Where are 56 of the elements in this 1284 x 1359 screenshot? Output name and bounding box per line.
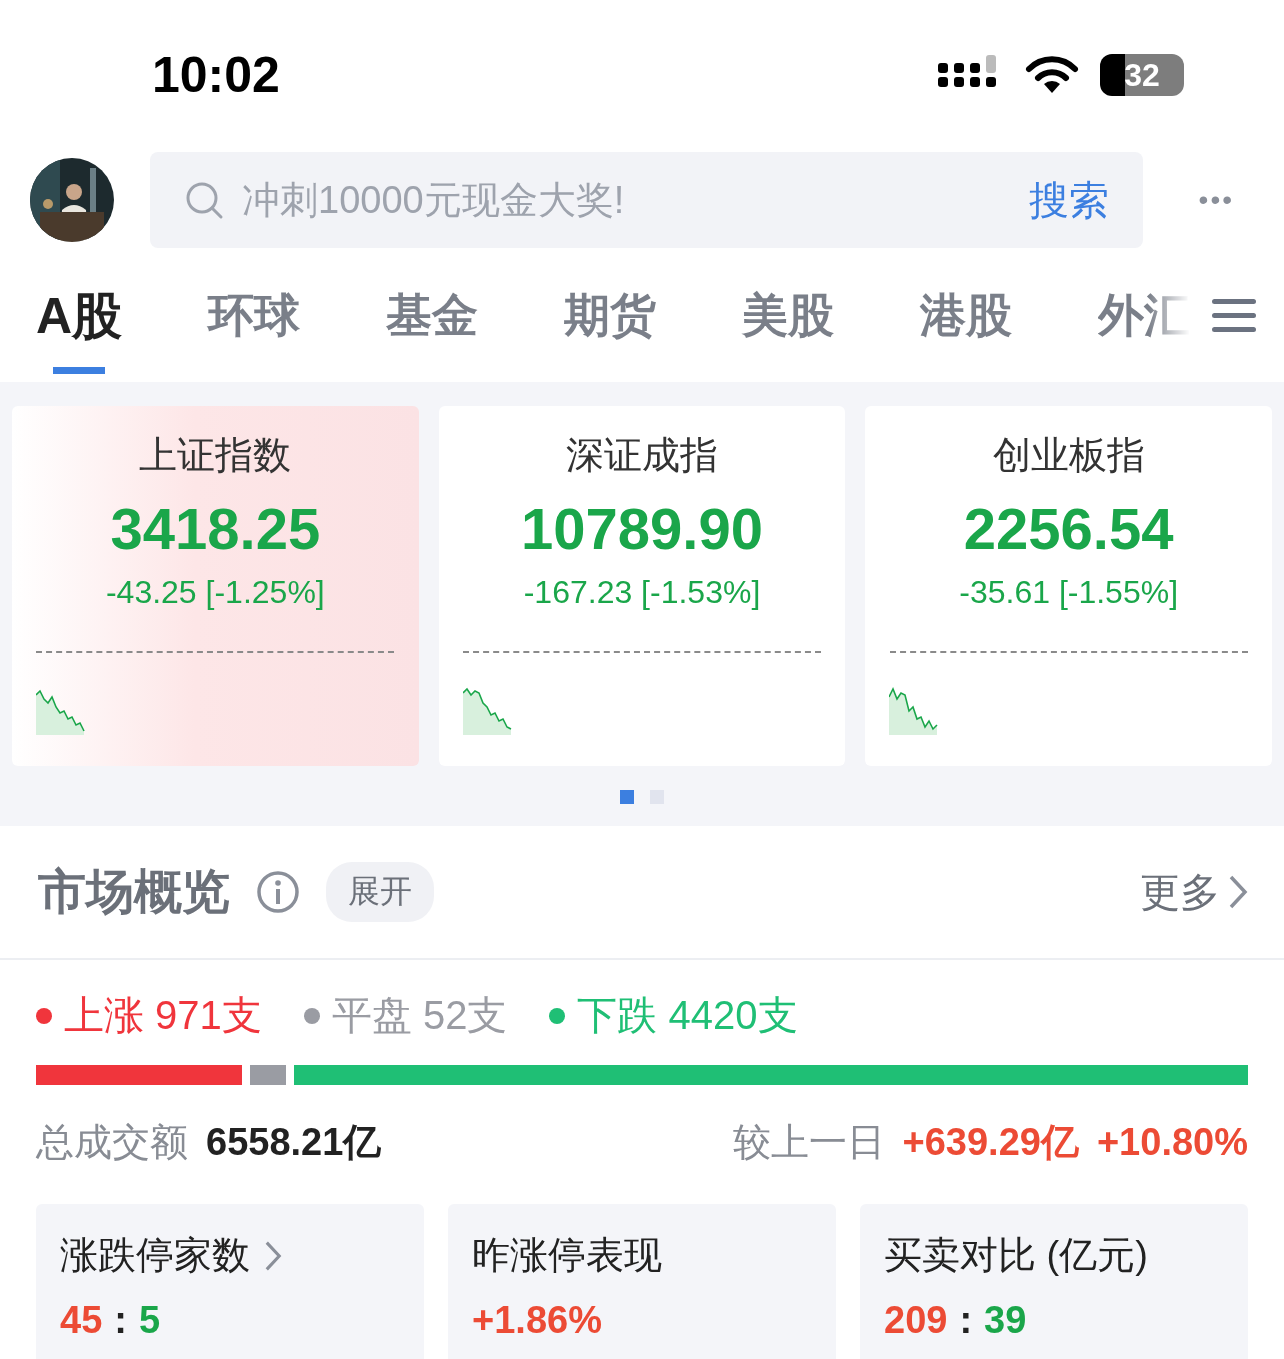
stat-title: 买卖对比 (亿元) [884,1233,1148,1278]
battery-icon: 32 [1100,54,1184,96]
index-value: 10789.90 [521,495,763,562]
wifi-icon [1024,55,1080,95]
compare-amount: +639.29亿 [902,1120,1079,1165]
index-value: 2256.54 [963,495,1174,562]
index-card[interactable]: 创业板指 2256.54 -35.61 [-1.55%] [865,406,1272,766]
breadth-segment [250,1065,287,1085]
stat-title: 昨涨停表现 [472,1233,662,1278]
index-change: -43.25 [-1.25%] [105,574,325,611]
ratio-separator: : [114,1299,127,1342]
stat-title: 涨跌停家数 [60,1233,250,1278]
turnover-value: 6558.21亿 [206,1120,382,1165]
compare-label: 较上一日 [732,1120,885,1165]
ratio-separator: : [959,1299,973,1342]
index-change: -167.23 [-1.53%] [523,574,761,611]
stat-card[interactable]: 买卖对比 (亿元) 209 : 39 [860,1204,1248,1359]
sparkline [889,685,940,735]
index-value: 3418.25 [110,495,321,562]
market-tab[interactable]: A股 [36,258,123,374]
count-label: 下跌 4420支 [577,992,798,1039]
menu-icon[interactable] [1212,299,1256,333]
search-field[interactable]: 冲刺10000元现金大奖! 搜索 [150,152,1143,248]
count-label: 上涨 971支 [64,992,262,1039]
index-name: 深证成指 [566,433,718,478]
count-label: 平盘 52支 [331,992,508,1039]
expand-button[interactable]: 展开 [326,862,434,922]
more-button[interactable]: ••• [1178,184,1254,216]
market-tab[interactable]: 外汇 [1098,258,1191,374]
index-card[interactable]: 深证成指 10789.90 -167.23 [-1.53%] [438,406,846,766]
market-tab[interactable]: 港股 [920,258,1013,374]
index-name: 创业板指 [992,433,1145,478]
stat-card[interactable]: 涨跌停家数 45 : 5 [36,1204,424,1359]
turnover-label: 总成交额 [36,1120,188,1165]
stat-value: +1.86% [472,1299,602,1342]
index-change: -35.61 [-1.55%] [959,574,1179,611]
section-title: 市场概览 [38,864,230,920]
more-link[interactable]: 更多 [1140,864,1248,920]
market-tab[interactable]: 环球 [208,258,301,374]
market-tab[interactable]: 期货 [564,258,657,374]
market-tab[interactable]: 基金 [386,258,479,374]
status-time: 10:02 [152,46,280,104]
chevron-icon [1228,874,1248,910]
index-name: 上证指数 [139,433,292,478]
stat-value: 209 [884,1299,948,1342]
search-icon [184,180,224,220]
stat-value: 45 [60,1299,103,1342]
compare-percent: +10.80% [1096,1121,1248,1164]
stat-value: 39 [984,1299,1027,1342]
stat-card[interactable]: 昨涨停表现 +1.86% [448,1204,836,1359]
search-button[interactable]: 搜索 [1028,172,1109,228]
info-icon[interactable] [256,870,300,914]
index-card[interactable]: 上证指数 3418.25 -43.25 [-1.25%] [12,406,419,766]
market-tab[interactable]: 美股 [742,258,835,374]
stat-value: 5 [138,1299,161,1342]
sparkline [462,685,513,735]
